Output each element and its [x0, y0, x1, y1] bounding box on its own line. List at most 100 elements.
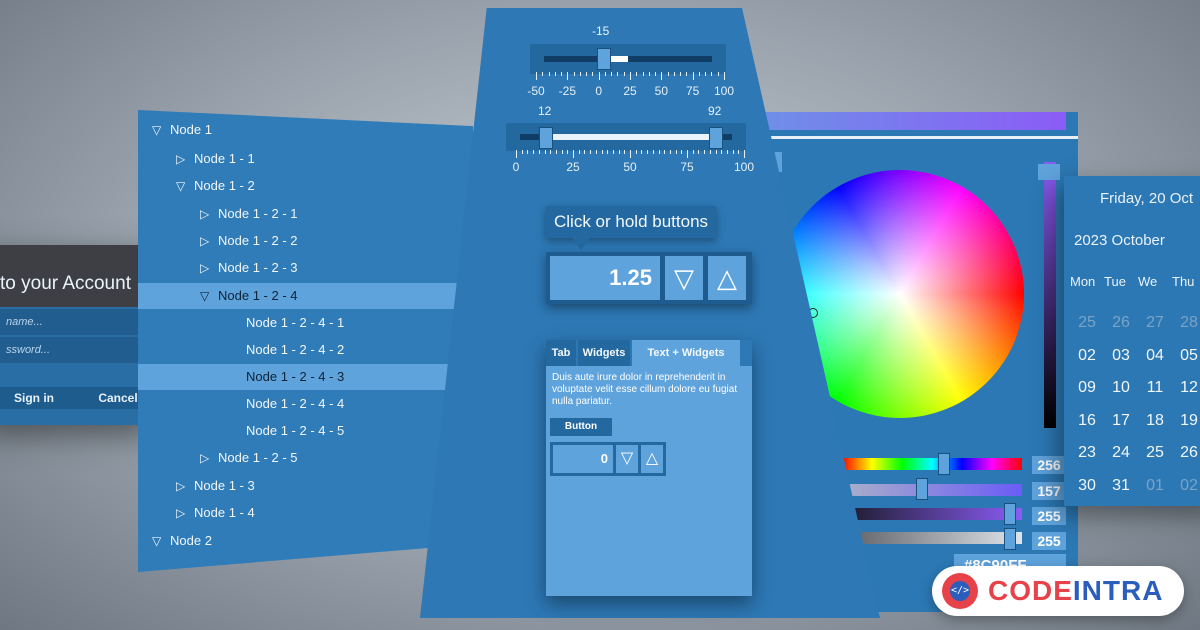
slider-tick	[584, 150, 586, 154]
tree-node-label: Node 1 - 2 - 3	[218, 260, 298, 275]
calendar-day[interactable]: 19	[1174, 412, 1200, 430]
calendar-day[interactable]: 31	[1106, 477, 1136, 495]
alpha-slider[interactable]	[842, 532, 1022, 544]
tab-widgets[interactable]: Widgets	[578, 340, 630, 366]
slider-tick	[573, 72, 575, 76]
password-input[interactable]: ssword...	[0, 337, 155, 363]
tab-stepper-down-button[interactable]: ▽	[616, 445, 638, 473]
slider2-high-label: 92	[708, 104, 722, 118]
tree-node[interactable]: ▽ Node 1 - 2	[138, 173, 473, 199]
saturation-thumb[interactable]	[916, 478, 928, 500]
calendar-day[interactable]: 27	[1140, 314, 1170, 332]
calendar-day[interactable]: 12	[1174, 379, 1200, 397]
calendar-date-title: Friday, 20 Oct	[1100, 190, 1194, 207]
calendar-day[interactable]: 25	[1140, 444, 1170, 462]
slider-tick	[648, 72, 650, 76]
stepper-main-value[interactable]: 1.25	[550, 256, 660, 300]
stepper-main-up-button[interactable]: △	[708, 256, 746, 300]
calendar-panel: Friday, 20 Oct 2023 October Mon Tue We Thu 2…	[1064, 176, 1200, 506]
slider1-track[interactable]	[544, 56, 712, 62]
slider-tick	[550, 150, 552, 154]
calendar-day[interactable]: 01	[1140, 477, 1170, 495]
calendar-day[interactable]: 23	[1072, 444, 1102, 462]
calendar-day[interactable]: 24	[1106, 444, 1136, 462]
slider-tick-label: 25	[566, 160, 580, 174]
slider-tick-label: 75	[685, 84, 700, 98]
slider-tick-label: 100	[733, 160, 755, 174]
calendar-day[interactable]: 26	[1174, 444, 1200, 462]
slider-tick	[554, 72, 556, 76]
value-thumb[interactable]	[1004, 503, 1016, 525]
alpha-thumb[interactable]	[1004, 528, 1016, 550]
calendar-day[interactable]: 17	[1106, 412, 1136, 430]
value-value[interactable]: 255	[1032, 507, 1066, 525]
collapsed-triangle-icon[interactable]: ▷	[176, 500, 194, 526]
slider-tick	[567, 72, 569, 80]
expanded-triangle-icon[interactable]: ▽	[200, 283, 218, 309]
collapsed-triangle-icon[interactable]: ▷	[176, 146, 194, 172]
slider-tick-label: 50	[654, 84, 669, 98]
slider2-range-fill	[546, 134, 716, 140]
tree-node-label: Node 1 - 2 - 4 - 1	[246, 315, 345, 330]
stepper-main-down-button[interactable]: ▽	[665, 256, 703, 300]
slider-tick	[578, 150, 580, 154]
calendar-day[interactable]: 10	[1106, 379, 1136, 397]
login-title: to your Account	[0, 273, 131, 294]
collapsed-triangle-icon[interactable]: ▷	[200, 201, 218, 227]
hue-slider[interactable]	[842, 458, 1022, 470]
calendar-day[interactable]: 02	[1174, 477, 1200, 495]
calendar-day[interactable]: 26	[1106, 314, 1136, 332]
calendar-day[interactable]: 18	[1140, 412, 1170, 430]
tree-node[interactable]: ▽ Node 1	[138, 117, 473, 143]
expanded-triangle-icon[interactable]: ▽	[152, 117, 170, 143]
calendar-day[interactable]: 16	[1072, 412, 1102, 430]
expanded-triangle-icon[interactable]: ▽	[152, 528, 170, 554]
login-panel: to your Account name... ssword... Sign i…	[0, 245, 158, 425]
calendar-day[interactable]: 28	[1174, 314, 1200, 332]
calendar-day[interactable]: 25	[1072, 314, 1102, 332]
tree-node-label: Node 1 - 2 - 4 - 3	[246, 369, 345, 384]
color-preview-bar	[762, 112, 1066, 130]
stepper-main: 1.25 ▽ △	[546, 252, 752, 304]
slider-tick	[692, 150, 694, 154]
tab-button[interactable]: Button	[550, 418, 612, 436]
calendar-day[interactable]: 05	[1174, 347, 1200, 365]
saturation-value[interactable]: 157	[1032, 482, 1066, 500]
calendar-day[interactable]: 03	[1106, 347, 1136, 365]
tab-stepper-value[interactable]: 0	[553, 445, 613, 473]
calendar-day[interactable]: 02	[1072, 347, 1102, 365]
slider-tick	[607, 150, 609, 154]
username-input[interactable]: name...	[0, 309, 155, 335]
slider-tick	[516, 150, 517, 158]
calendar-day[interactable]: 04	[1140, 347, 1170, 365]
slider-tick	[715, 150, 717, 154]
collapsed-triangle-icon[interactable]: ▷	[200, 445, 218, 471]
collapsed-triangle-icon[interactable]: ▷	[200, 228, 218, 254]
expanded-triangle-icon[interactable]: ▽	[176, 173, 194, 199]
hue-value[interactable]: 256	[1032, 456, 1066, 474]
tab-tab[interactable]: Tab	[546, 340, 576, 366]
saturation-slider[interactable]	[842, 484, 1022, 496]
sign-in-button[interactable]: Sign in	[0, 387, 88, 409]
collapsed-triangle-icon[interactable]: ▷	[200, 255, 218, 281]
slider2-low-thumb[interactable]	[539, 127, 553, 149]
calendar-weekday: Mon	[1070, 274, 1096, 289]
collapsed-triangle-icon[interactable]: ▷	[176, 473, 194, 499]
tree-node[interactable]: ▷ Node 1 - 1	[138, 146, 473, 172]
alpha-value[interactable]: 255	[1032, 532, 1066, 550]
calendar-day[interactable]: 09	[1072, 379, 1102, 397]
brightness-thumb[interactable]	[1038, 164, 1060, 180]
slider-tick	[542, 72, 544, 76]
slider1-thumb[interactable]	[597, 48, 611, 70]
slider-tick	[667, 72, 669, 76]
calendar-day[interactable]: 11	[1140, 379, 1170, 397]
calendar-month-title[interactable]: 2023 October	[1074, 232, 1165, 249]
slider2-high-thumb[interactable]	[709, 127, 723, 149]
hue-thumb[interactable]	[938, 453, 950, 475]
value-slider[interactable]	[842, 508, 1022, 520]
slider-tick	[681, 150, 683, 154]
tab-stepper-up-button[interactable]: △	[641, 445, 663, 473]
calendar-day[interactable]: 30	[1072, 477, 1102, 495]
brightness-slider[interactable]	[1044, 162, 1056, 428]
tab-text-widgets[interactable]: Text + Widgets	[632, 340, 740, 366]
